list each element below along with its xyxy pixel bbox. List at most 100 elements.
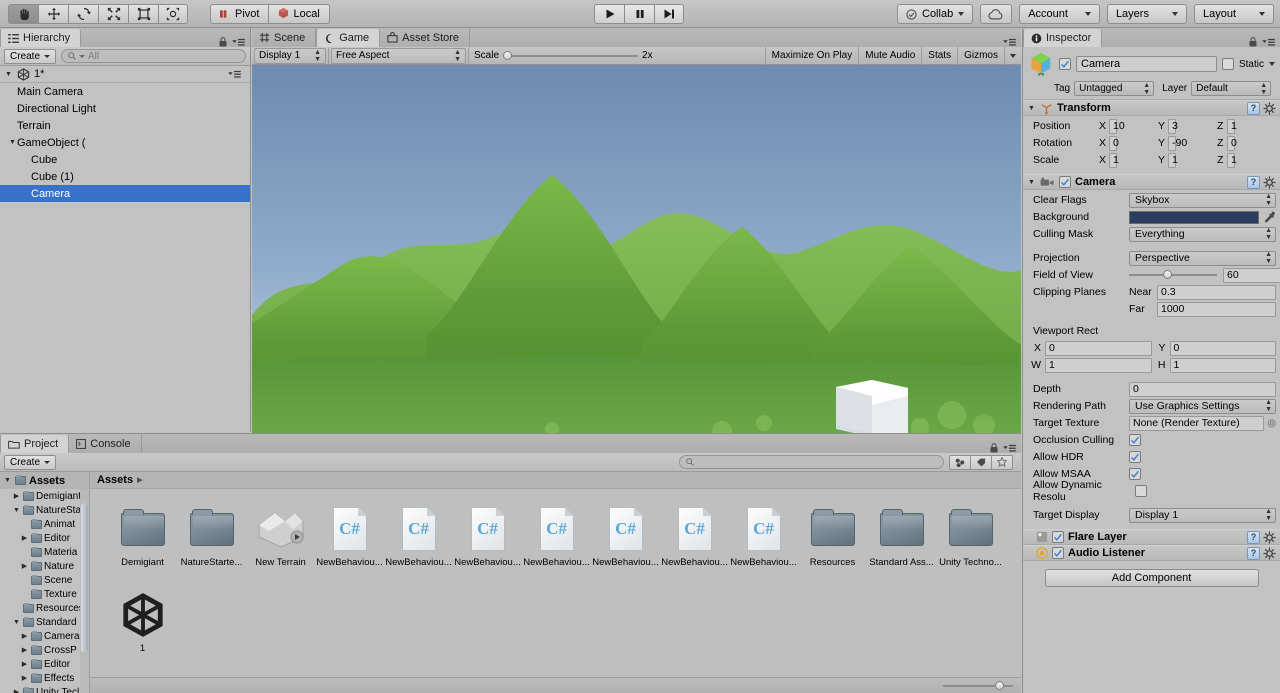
project-tree-item[interactable]: ▼ Standard — [0, 615, 89, 629]
camera-expand-icon[interactable]: ▼ — [1027, 179, 1036, 186]
project-tree-item[interactable]: ▶ Unity Tecl — [0, 685, 89, 693]
gear-icon[interactable] — [1263, 176, 1276, 189]
fov-slider[interactable] — [1129, 270, 1217, 279]
pause-button[interactable] — [624, 4, 654, 24]
transform-tool-button[interactable] — [158, 3, 188, 24]
filter-by-type-button[interactable] — [949, 454, 971, 470]
expand-icon[interactable]: ▼ — [8, 139, 17, 146]
transform-scale-y-field[interactable]: 1 — [1168, 152, 1178, 168]
viewport-y-field[interactable]: 0 — [1169, 340, 1276, 356]
expand-icon[interactable]: ▼ — [12, 507, 21, 514]
flare-layer-enabled-checkbox[interactable] — [1052, 531, 1064, 543]
breadcrumb-label[interactable]: Assets — [97, 474, 133, 486]
projection-dropdown[interactable]: Perspective ▲ ▼ — [1129, 250, 1276, 266]
local-button[interactable]: Local — [268, 3, 330, 24]
asset-item[interactable]: C# NewBehaviou... — [591, 501, 660, 587]
project-tree-item[interactable]: ▶ Editor — [0, 657, 89, 671]
project-tree-item[interactable]: Animat — [0, 517, 89, 531]
asset-item[interactable]: Resources — [798, 501, 867, 587]
root-expand-icon[interactable]: ▼ — [3, 477, 12, 484]
background-color-swatch[interactable] — [1129, 210, 1259, 224]
static-dropdown-icon[interactable] — [1269, 62, 1275, 66]
expand-icon[interactable]: ▶ — [12, 492, 21, 500]
lock-icon[interactable] — [1249, 37, 1257, 47]
tab-game[interactable]: Game — [316, 28, 381, 47]
project-tree-item[interactable]: ▼ NatureSta — [0, 503, 89, 517]
tag-dropdown[interactable]: Untagged ▲ ▼ — [1074, 81, 1155, 96]
search-filter-caret-icon[interactable] — [79, 54, 86, 58]
hierarchy-item[interactable]: Main Camera — [0, 83, 250, 100]
camera-component-header[interactable]: ▼ Camera ? — [1023, 174, 1280, 190]
asset-item[interactable]: 1 — [108, 587, 177, 673]
transform-scale-z-field[interactable]: 1 — [1227, 152, 1237, 168]
help-icon[interactable]: ? — [1247, 101, 1260, 115]
project-tree-item[interactable]: ▶ CrossP — [0, 643, 89, 657]
clear-flags-dropdown[interactable]: Skybox ▲ ▼ — [1129, 192, 1276, 208]
filter-by-label-button[interactable] — [971, 454, 992, 470]
expand-icon[interactable]: ▶ — [20, 646, 29, 654]
scene-menu-icon[interactable] — [228, 70, 241, 79]
fov-slider-knob[interactable] — [1163, 270, 1172, 279]
allow-hdr-checkbox[interactable] — [1129, 451, 1141, 463]
transform-expand-icon[interactable]: ▼ — [1027, 105, 1036, 112]
hierarchy-item[interactable]: Cube (1) — [0, 168, 250, 185]
project-tree-item[interactable]: ▶ Camera — [0, 629, 89, 643]
account-button[interactable]: Account — [1019, 4, 1100, 24]
help-icon[interactable]: ? — [1247, 546, 1260, 560]
scale-slider[interactable] — [503, 50, 639, 60]
panel-menu-icon[interactable] — [232, 38, 245, 47]
hierarchy-item[interactable]: Camera — [0, 185, 250, 202]
project-tree-item[interactable]: Scene — [0, 573, 89, 587]
icon-size-slider[interactable] — [943, 680, 1013, 690]
asset-item[interactable]: C# NewBehaviou... — [522, 501, 591, 587]
move-tool-button[interactable] — [38, 3, 68, 24]
rendering-path-dropdown[interactable]: Use Graphics Settings ▲ ▼ — [1129, 398, 1276, 414]
transform-position-z-field[interactable]: 1 — [1227, 118, 1237, 134]
project-tree-item[interactable]: Resources — [0, 601, 89, 615]
tab-hierarchy[interactable]: Hierarchy — [0, 28, 82, 47]
hierarchy-item[interactable]: Cube — [0, 151, 250, 168]
fov-field[interactable]: 60 — [1223, 267, 1280, 283]
rotate-tool-button[interactable] — [68, 3, 98, 24]
object-name-field[interactable]: Camera — [1076, 56, 1217, 72]
project-tree-item[interactable]: Materia — [0, 545, 89, 559]
panel-menu-icon[interactable] — [1262, 38, 1275, 47]
tab-inspector[interactable]: Inspector — [1023, 28, 1103, 47]
expand-icon[interactable]: ▼ — [12, 619, 21, 626]
transform-position-y-field[interactable]: 3 — [1168, 118, 1178, 134]
asset-item[interactable]: C# NewBehaviou... — [729, 501, 798, 587]
scene-expand-icon[interactable]: ▼ — [4, 71, 13, 78]
transform-component-header[interactable]: ▼ Transform ? — [1023, 100, 1280, 116]
transform-position-x-field[interactable]: 10 — [1109, 118, 1125, 134]
asset-item[interactable]: C# NewBehaviou... — [384, 501, 453, 587]
hierarchy-item[interactable]: Directional Light — [0, 100, 250, 117]
expand-icon[interactable]: ▶ — [20, 660, 29, 668]
stats-button[interactable]: Stats — [921, 46, 957, 65]
tab-console[interactable]: Console — [69, 434, 142, 453]
project-search-input[interactable] — [679, 455, 944, 469]
mute-audio-button[interactable]: Mute Audio — [858, 46, 921, 65]
layers-button[interactable]: Layers — [1106, 4, 1187, 24]
audio-listener-enabled-checkbox[interactable] — [1052, 547, 1064, 559]
hierarchy-item[interactable]: Terrain — [0, 117, 250, 134]
static-checkbox[interactable] — [1221, 58, 1234, 70]
asset-item[interactable]: NatureStarte... — [177, 501, 246, 587]
scale-slider-knob[interactable] — [503, 50, 513, 60]
depth-field[interactable]: 0 — [1129, 381, 1276, 397]
help-icon[interactable]: ? — [1247, 530, 1260, 544]
asset-item[interactable]: New Terrain — [246, 501, 315, 587]
panel-menu-icon[interactable] — [1003, 38, 1016, 47]
hierarchy-create-button[interactable]: Create — [4, 48, 57, 64]
hierarchy-search-input[interactable]: All — [61, 49, 246, 63]
layer-dropdown[interactable]: Default ▲ ▼ — [1191, 81, 1272, 96]
viewport-h-field[interactable]: 1 — [1169, 357, 1276, 373]
asset-item[interactable]: C# NewBehaviou... — [660, 501, 729, 587]
occlusion-culling-checkbox[interactable] — [1129, 434, 1141, 446]
expand-icon[interactable]: ▶ — [12, 688, 21, 693]
transform-rotation-y-field[interactable]: -90 — [1168, 135, 1187, 151]
hierarchy-scene-row[interactable]: ▼ 1* — [0, 66, 250, 83]
project-create-button[interactable]: Create — [4, 454, 57, 470]
gizmos-dropdown-button[interactable] — [1004, 46, 1021, 65]
asset-item[interactable]: Demigiant — [108, 501, 177, 587]
asset-item[interactable]: C# NewBehaviou... — [453, 501, 522, 587]
